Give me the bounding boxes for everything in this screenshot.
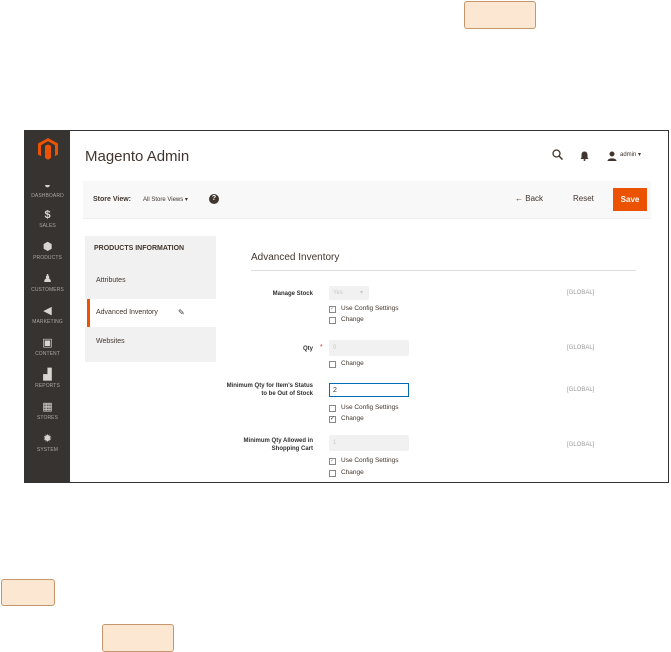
manage-stock-label: Manage Stock — [272, 291, 313, 297]
admin-sidebar: ◒ DASHBOARD $ SALES ⬢ PRODUCTS ♟ CUSTOME… — [25, 131, 70, 482]
store-view-switcher[interactable]: All Store Views ▾ — [143, 196, 188, 203]
required-asterisk: * — [320, 344, 323, 351]
qty-label: Qty — [302, 346, 313, 352]
min-cart-qty-scope: [GLOBAL] — [567, 442, 595, 448]
section-title: Advanced Inventory — [251, 252, 340, 263]
search-icon[interactable] — [552, 147, 564, 165]
arrow-left-icon: ← — [515, 194, 526, 203]
callout-top — [464, 1, 536, 29]
chevron-down-icon: ▾ — [638, 152, 642, 158]
dollar-icon: $ — [44, 209, 51, 221]
min-qty-use-config-label: Use Config Settings — [341, 404, 399, 411]
chevron-down-icon: ▾ — [184, 197, 188, 203]
manage-stock-use-config-checkbox[interactable]: ✓ — [329, 306, 336, 313]
qty-change-checkbox[interactable] — [329, 361, 336, 368]
min-cart-change-label: Change — [341, 469, 364, 476]
manage-stock-select[interactable]: Yes ▾ — [329, 286, 369, 300]
reset-button[interactable]: Reset — [573, 194, 594, 203]
nav-item-products[interactable]: ⬢ PRODUCTS — [25, 241, 70, 261]
manage-stock-scope: [GLOBAL] — [567, 290, 595, 296]
min-cart-qty-input[interactable]: 1 — [329, 435, 409, 451]
min-cart-use-config-checkbox[interactable]: ✓ — [329, 458, 336, 465]
qty-input[interactable]: 0 — [329, 340, 409, 356]
user-menu[interactable]: admin ▾ — [620, 151, 641, 158]
min-qty-use-config-checkbox[interactable] — [329, 405, 336, 412]
store-view-label: Store View: — [93, 196, 131, 203]
storefront-icon: ▦ — [42, 401, 53, 413]
products-information-panel: PRODUCTS INFORMATION — [85, 236, 216, 299]
panel-heading: PRODUCTS INFORMATION — [94, 245, 185, 252]
back-button[interactable]: ← Back — [515, 194, 543, 203]
callout-bottom-left — [1, 579, 55, 606]
panel-item-websites[interactable]: Websites — [85, 327, 216, 362]
page-title: Magento Admin — [85, 148, 190, 165]
nav-item-content[interactable]: ▣ CONTENT — [25, 337, 70, 357]
nav-item-reports[interactable]: ▟ REPORTS — [25, 369, 70, 389]
qty-scope: [GLOBAL] — [567, 345, 595, 351]
manage-stock-use-config-label: Use Config Settings — [341, 305, 399, 312]
min-qty-input[interactable]: 2 — [329, 383, 409, 397]
magento-logo-icon[interactable] — [37, 137, 59, 161]
username: admin — [620, 152, 637, 158]
gear-icon: ✹ — [42, 433, 53, 445]
layout-icon: ▣ — [42, 337, 53, 349]
bell-icon[interactable] — [580, 148, 589, 166]
min-qty-scope: [GLOBAL] — [567, 387, 595, 393]
save-button[interactable]: Save — [613, 188, 647, 211]
page-actions-toolbar: Store View: All Store Views ▾ ? ← Back R… — [83, 181, 651, 219]
nav-item-customers[interactable]: ♟ CUSTOMERS — [25, 273, 70, 293]
admin-screenshot-frame: ◒ DASHBOARD $ SALES ⬢ PRODUCTS ♟ CUSTOME… — [24, 130, 669, 483]
nav-item-sales[interactable]: $ SALES — [25, 209, 70, 229]
nav-item-marketing[interactable]: ◀ MARKETING — [25, 305, 70, 325]
cube-icon: ⬢ — [42, 241, 53, 253]
min-cart-change-checkbox[interactable] — [329, 470, 336, 477]
manage-stock-change-checkbox[interactable] — [329, 317, 336, 324]
pencil-icon: ✎ — [178, 308, 185, 317]
panel-item-advanced-inventory[interactable]: Advanced Inventory ✎ — [87, 299, 219, 329]
nav-item-stores[interactable]: ▦ STORES — [25, 401, 70, 421]
qty-change-label: Change — [341, 360, 364, 367]
person-icon: ♟ — [42, 273, 53, 285]
chevron-down-icon: ▾ — [360, 290, 364, 296]
nav-item-dashboard[interactable]: ◒ DASHBOARD — [25, 179, 70, 199]
bar-chart-icon: ▟ — [43, 369, 52, 381]
help-icon[interactable]: ? — [209, 194, 219, 204]
panel-item-attributes[interactable]: Attributes — [96, 277, 126, 284]
min-qty-label: Minimum Qty for Item's Status to be Out … — [226, 383, 313, 397]
min-cart-qty-label: Minimum Qty Allowed in Shopping Cart — [243, 438, 313, 452]
dashboard-icon: ◒ — [44, 179, 51, 191]
megaphone-icon: ◀ — [43, 305, 52, 317]
callout-bottom-middle — [102, 624, 174, 652]
min-qty-change-label: Change — [341, 415, 364, 422]
nav-item-system[interactable]: ✹ SYSTEM — [25, 433, 70, 453]
min-qty-change-checkbox[interactable]: ✓ — [329, 416, 336, 423]
section-divider — [251, 270, 636, 271]
user-icon[interactable] — [607, 148, 617, 166]
manage-stock-change-label: Change — [341, 316, 364, 323]
min-cart-use-config-label: Use Config Settings — [341, 457, 399, 464]
